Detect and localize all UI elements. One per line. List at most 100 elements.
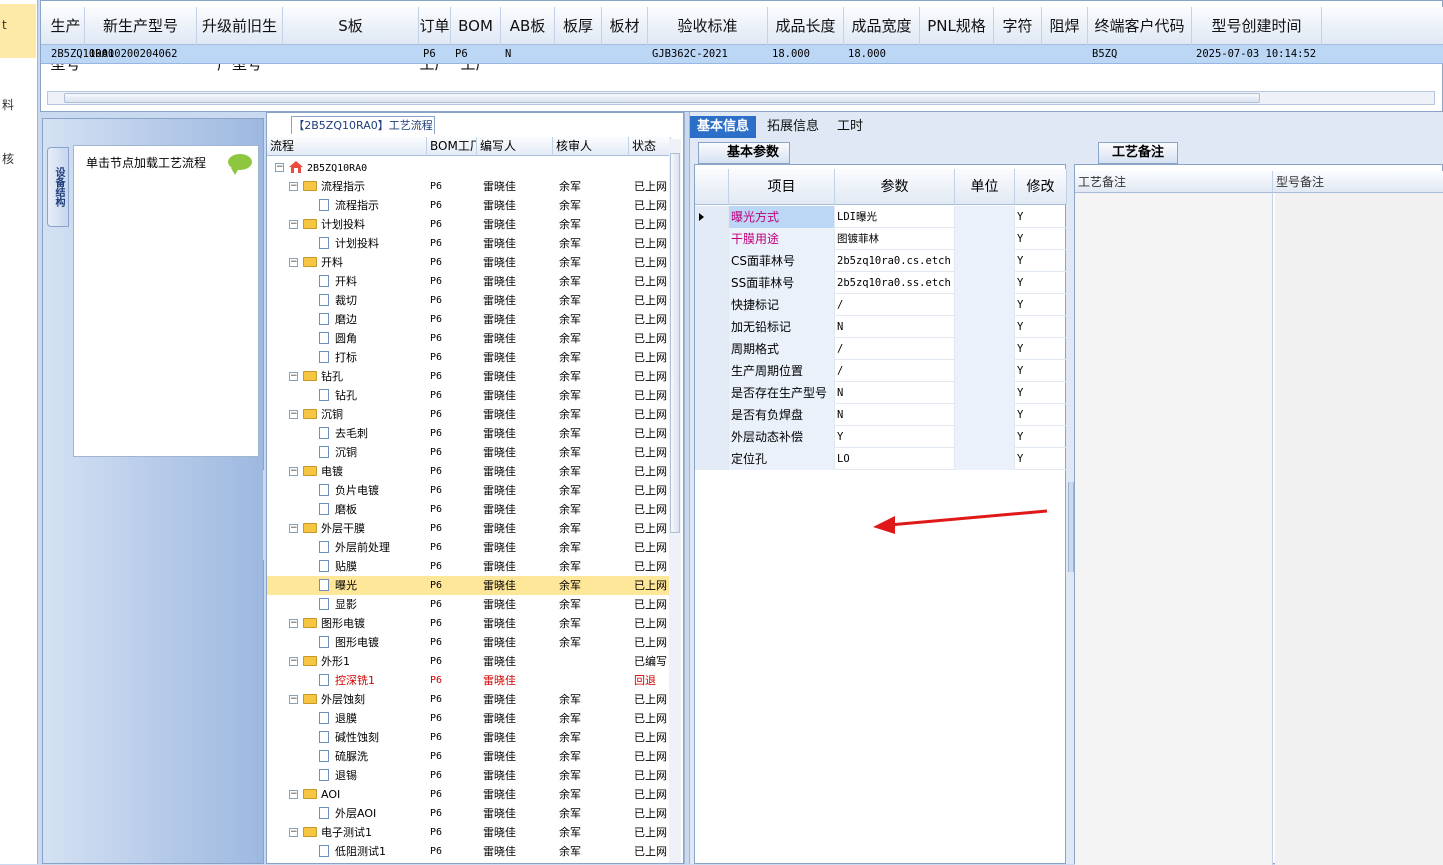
param-unit-cell[interactable] — [955, 404, 1015, 426]
param-edit-cell[interactable]: Y — [1015, 338, 1067, 360]
param-value-cell[interactable]: N — [835, 404, 955, 426]
param-row[interactable]: 定位孔 LO Y — [695, 448, 1067, 470]
tree-col-header-4[interactable]: 状态 — [629, 137, 671, 156]
param-unit-cell[interactable] — [955, 316, 1015, 338]
tree-row[interactable]: − 2B5ZQ10RA0 — [267, 158, 671, 177]
tree-row[interactable]: − 钻孔 P6 雷晓佳 余军 已上网 — [267, 367, 671, 386]
tree-row[interactable]: 磨边 P6 雷晓佳 余军 已上网 — [267, 310, 671, 329]
tab-extended-info[interactable]: 拓展信息 — [760, 116, 826, 138]
left-nav-item[interactable]: 料 — [2, 96, 14, 113]
model-grid-cell[interactable]: N — [501, 45, 555, 64]
tree-row[interactable]: 硫脲洗 P6 雷晓佳 余军 已上网 — [267, 747, 671, 766]
row-indicator[interactable] — [695, 404, 729, 426]
tree-expand-toggle[interactable]: − — [289, 182, 298, 191]
model-grid-cell[interactable] — [602, 45, 648, 64]
col-header-3[interactable]: S板 — [283, 7, 419, 45]
param-row[interactable]: SS面菲林号 2b5zq10ra0.ss.etch Y — [695, 272, 1067, 294]
param-edit-cell[interactable]: Y — [1015, 228, 1067, 250]
param-unit-cell[interactable] — [955, 272, 1015, 294]
col-header-1[interactable]: 新生产型号 — [85, 7, 197, 45]
vertical-tab-structure[interactable]: 设备结构 — [47, 147, 69, 227]
tree-expand-toggle[interactable]: − — [289, 258, 298, 267]
model-grid-cell[interactable] — [1042, 45, 1088, 64]
tree-row[interactable]: − 沉铜 P6 雷晓佳 余军 已上网 — [267, 405, 671, 424]
param-edit-cell[interactable]: Y — [1015, 316, 1067, 338]
process-notes-field[interactable] — [1075, 193, 1273, 865]
tree-row[interactable]: − AOI P6 雷晓佳 余军 已上网 — [267, 785, 671, 804]
param-edit-cell[interactable]: Y — [1015, 250, 1067, 272]
col-header-4[interactable]: 订单工厂 — [419, 7, 451, 73]
structure-card[interactable]: 单击节点加载工艺流程 — [73, 145, 259, 457]
model-grid-cell[interactable]: P6 — [451, 45, 501, 64]
row-indicator[interactable] — [695, 206, 729, 228]
model-grid-cell[interactable]: B5ZQ — [1088, 45, 1192, 64]
tree-expand-toggle[interactable]: − — [289, 467, 298, 476]
tree-row[interactable]: 退锡 P6 雷晓佳 余军 已上网 — [267, 766, 671, 785]
tree-row[interactable]: 流程指示 P6 雷晓佳 余军 已上网 — [267, 196, 671, 215]
tree-row[interactable]: 低阻测试1 P6 雷晓佳 余军 已上网 — [267, 842, 671, 861]
row-indicator[interactable] — [695, 360, 729, 382]
tree-expand-toggle[interactable]: − — [289, 619, 298, 628]
row-indicator[interactable] — [695, 338, 729, 360]
param-value-cell[interactable]: / — [835, 360, 955, 382]
param-row[interactable]: 外层动态补偿 Y Y — [695, 426, 1067, 448]
left-nav-item[interactable]: t — [2, 18, 7, 32]
tree-expand-toggle[interactable]: − — [289, 828, 298, 837]
tree-row[interactable]: − 外形1 P6 雷晓佳 已编写 — [267, 652, 671, 671]
model-grid-cell[interactable] — [994, 45, 1042, 64]
col-header-11[interactable]: 成品宽度 — [844, 7, 920, 45]
row-indicator[interactable] — [695, 382, 729, 404]
tab-process-notes[interactable]: 工艺备注 — [1098, 142, 1178, 164]
col-header-5[interactable]: BOM工厂 — [451, 7, 501, 73]
tree-expand-toggle[interactable]: − — [289, 790, 298, 799]
param-value-cell[interactable]: N — [835, 382, 955, 404]
col-header-15[interactable]: 终端客户代码 — [1088, 7, 1192, 45]
row-indicator[interactable] — [695, 448, 729, 470]
param-value-cell[interactable]: 2b5zq10ra0.ss.etch — [835, 272, 955, 294]
tree-row[interactable]: − 计划投料 P6 雷晓佳 余军 已上网 — [267, 215, 671, 234]
tree-vertical-scrollbar[interactable] — [669, 139, 681, 863]
param-value-cell[interactable]: Y — [835, 426, 955, 448]
param-unit-cell[interactable] — [955, 294, 1015, 316]
param-unit-cell[interactable] — [955, 448, 1015, 470]
row-indicator[interactable] — [695, 250, 729, 272]
tree-col-header-0[interactable]: 流程 — [267, 137, 427, 156]
scroll-thumb[interactable] — [670, 153, 680, 533]
tree-row[interactable]: 图形电镀 P6 雷晓佳 余军 已上网 — [267, 633, 671, 652]
row-indicator[interactable] — [695, 294, 729, 316]
param-row[interactable]: 是否存在生产型号 N Y — [695, 382, 1067, 404]
tab-basic-params[interactable]: 基本参数 — [698, 142, 790, 164]
model-grid-cell[interactable]: GJB362C-2021 — [648, 45, 768, 64]
model-grid-cell[interactable]: 2B5ZQ10RA0 — [47, 45, 114, 64]
col-header-unit[interactable]: 单位 — [955, 169, 1015, 205]
tree-row[interactable]: − 电子测试1 P6 雷晓佳 余军 已上网 — [267, 823, 671, 842]
tree-row[interactable]: − 电镀 P6 雷晓佳 余军 已上网 — [267, 462, 671, 481]
col-header-10[interactable]: 成品长度 — [768, 7, 844, 45]
tree-row[interactable]: 沉铜 P6 雷晓佳 余军 已上网 — [267, 443, 671, 462]
param-row[interactable]: 生产周期位置 / Y — [695, 360, 1067, 382]
model-grid-cell[interactable]: P6 — [419, 45, 451, 64]
model-grid-cell[interactable]: 10010200204062 — [85, 45, 197, 64]
model-grid-cell[interactable]: 18.000 — [844, 45, 920, 64]
tree-row[interactable]: 控深铣1 P6 雷晓佳 回退 — [267, 671, 671, 690]
tree-row[interactable]: 开料 P6 雷晓佳 余军 已上网 — [267, 272, 671, 291]
row-indicator[interactable] — [695, 272, 729, 294]
col-header-14[interactable]: 阻焊 — [1042, 7, 1088, 45]
col-header-7[interactable]: 板厚 — [555, 7, 602, 45]
tree-expand-toggle[interactable]: − — [289, 410, 298, 419]
tree-row[interactable]: 磨板 P6 雷晓佳 余军 已上网 — [267, 500, 671, 519]
model-notes-field[interactable] — [1275, 193, 1443, 865]
col-header-8[interactable]: 板材 — [602, 7, 648, 45]
param-unit-cell[interactable] — [955, 338, 1015, 360]
col-header-12[interactable]: PNL规格 — [920, 7, 994, 45]
scroll-thumb[interactable] — [64, 93, 1260, 103]
col-header-item[interactable]: 项目 — [729, 169, 835, 205]
tree-row[interactable]: 圆角 P6 雷晓佳 余军 已上网 — [267, 329, 671, 348]
horizontal-scrollbar[interactable] — [47, 91, 1435, 105]
tree-expand-toggle[interactable]: − — [275, 163, 284, 172]
param-edit-cell[interactable]: Y — [1015, 448, 1067, 470]
param-value-cell[interactable]: 2b5zq10ra0.cs.etch — [835, 250, 955, 272]
tree-row[interactable]: 打标 P6 雷晓佳 余军 已上网 — [267, 348, 671, 367]
row-indicator[interactable] — [695, 228, 729, 250]
param-value-cell[interactable]: 图镀菲林 — [835, 228, 955, 250]
